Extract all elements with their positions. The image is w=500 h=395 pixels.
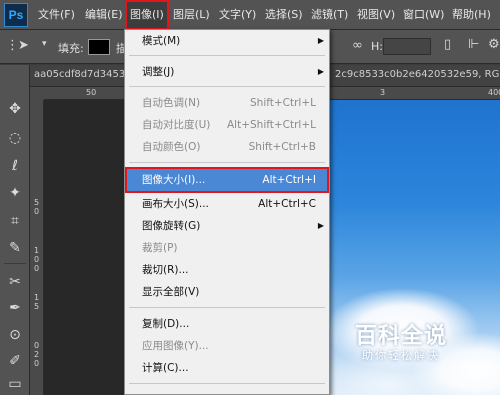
menu-item-trim[interactable]: 裁切(R)... — [126, 259, 328, 281]
vertical-ruler: 5 0 1 0 0 1 5 0 2 0 — [30, 100, 44, 395]
menu-separator — [129, 307, 325, 308]
height-field[interactable] — [383, 38, 431, 55]
height-label: H: — [371, 40, 383, 53]
submenu-arrow-icon: ▶ — [317, 221, 324, 230]
menu-item-shortcut: Shift+Ctrl+L — [250, 97, 316, 109]
watermark-title: 百科全说 — [354, 324, 447, 349]
menu-item-apply-image[interactable]: 应用图像(Y)... — [126, 335, 328, 357]
toolbox-divider — [4, 263, 26, 264]
menu-item-label: 自动对比度(U) — [142, 119, 211, 131]
menu-item-duplicate[interactable]: 复制(D)... — [126, 313, 328, 335]
ruler-tick: 2 — [34, 350, 40, 359]
arrange-icon[interactable]: ⊩ — [468, 37, 479, 52]
clone-stamp-tool-icon[interactable]: ⊙ — [4, 324, 26, 346]
menu-item-label: 调整(J) — [142, 66, 175, 78]
menu-item-auto-contrast[interactable]: 自动对比度(U) Alt+Shift+Ctrl+L — [126, 114, 328, 136]
document-tab-info: 2c9c8533c0b2e6420532e59, RGB/8#) — [335, 69, 500, 80]
fill-label: 填充: — [58, 42, 84, 55]
ruler-tick: 3 — [380, 88, 386, 97]
menu-item-image-rotation[interactable]: 图像旋转(G) ▶ — [126, 215, 328, 237]
watermark: 百科全说 助你轻松解决 — [338, 318, 464, 368]
link-icon[interactable]: ∞ — [352, 38, 363, 53]
menu-filter[interactable]: 滤镜(T) — [311, 0, 348, 30]
menu-item-label: 裁切(R)... — [142, 264, 189, 276]
menu-item-auto-color[interactable]: 自动颜色(O) Shift+Ctrl+B — [126, 136, 328, 158]
menu-type[interactable]: 文字(Y) — [219, 0, 256, 30]
ruler-tick: 50 — [86, 88, 97, 97]
eyedropper-tool-icon[interactable]: ✎ — [4, 237, 26, 259]
menu-item-label: 自动色调(N) — [142, 97, 201, 109]
history-brush-tool-icon[interactable]: ✐ — [4, 350, 26, 372]
menu-item-adjustments[interactable]: 调整(J) ▶ — [126, 61, 328, 83]
menu-layer[interactable]: 图层(L) — [173, 0, 210, 30]
photoshop-logo: Ps — [4, 3, 28, 27]
menu-item-crop[interactable]: 裁剪(P) — [126, 237, 328, 259]
menu-item-label: 计算(C)... — [142, 362, 189, 374]
image-menu-dropdown: 模式(M) ▶ 调整(J) ▶ 自动色调(N) Shift+Ctrl+L 自动对… — [124, 29, 330, 395]
menu-item-reveal-all[interactable]: 显示全部(V) — [126, 281, 328, 303]
toolbox: ✥ ◌ ℓ ✦ ⌗ ✎ ✂ ✒ ⊙ ✐ ▭ — [0, 65, 30, 395]
ruler-tick: 0 — [34, 341, 40, 350]
menu-bar: Ps 文件(F) 编辑(E) 图像(I) 图层(L) 文字(Y) 选择(S) 滤… — [0, 0, 500, 30]
menu-item-canvas-size[interactable]: 画布大小(S)... Alt+Ctrl+C — [126, 193, 328, 215]
menu-item-label: 模式(M) — [142, 35, 181, 47]
fill-color-swatch[interactable] — [88, 39, 110, 55]
menu-item-shortcut: Alt+Ctrl+C — [258, 198, 316, 210]
settings-icon[interactable]: ⚙ — [488, 37, 500, 52]
brush-tool-icon[interactable]: ✒ — [4, 297, 26, 319]
menu-separator — [129, 383, 325, 384]
ruler-tick: 5 — [34, 198, 40, 207]
ruler-tick: 0 — [34, 359, 40, 368]
menu-edit[interactable]: 编辑(E) — [85, 0, 123, 30]
menu-item-auto-tone[interactable]: 自动色调(N) Shift+Ctrl+L — [126, 92, 328, 114]
menu-help[interactable]: 帮助(H) — [452, 0, 491, 30]
menu-window[interactable]: 窗口(W) — [403, 0, 444, 30]
menu-item-label: 自动颜色(O) — [142, 141, 201, 153]
menu-separator — [129, 162, 325, 163]
menu-item-label: 显示全部(V) — [142, 286, 200, 298]
menu-item-shortcut: Shift+Ctrl+B — [248, 141, 316, 153]
ruler-tick: 0 — [34, 207, 40, 216]
menu-separator — [129, 86, 325, 87]
menu-view[interactable]: 视图(V) — [357, 0, 395, 30]
watermark-subtitle: 助你轻松解决 — [362, 349, 440, 362]
crop-tool-icon[interactable]: ⌗ — [4, 210, 26, 232]
menu-item-label: 复制(D)... — [142, 318, 190, 330]
menu-item-calculations[interactable]: 计算(C)... — [126, 357, 328, 379]
menu-item-label: 图像旋转(G) — [142, 220, 201, 232]
eraser-tool-icon[interactable]: ▭ — [4, 373, 26, 395]
menu-item-shortcut: Alt+Shift+Ctrl+L — [226, 119, 316, 131]
ruler-tick: 0 — [34, 255, 40, 264]
healing-brush-tool-icon[interactable]: ✂ — [4, 271, 26, 293]
menu-select[interactable]: 选择(S) — [265, 0, 303, 30]
move-arrow-icon[interactable]: ➤ — [18, 38, 29, 53]
menu-item-shortcut: Alt+Ctrl+I — [262, 174, 316, 186]
document-tab[interactable]: aa05cdf8d7d3453 — [34, 69, 125, 80]
ruler-tick: 0 — [34, 264, 40, 273]
menu-separator — [129, 55, 325, 56]
photoshop-window: Ps 文件(F) 编辑(E) 图像(I) 图层(L) 文字(Y) 选择(S) 滤… — [0, 0, 500, 395]
menu-item-label: 图像大小(I)... — [142, 174, 206, 186]
chevron-down-icon[interactable]: ▾ — [42, 39, 47, 49]
submenu-arrow-icon: ▶ — [317, 67, 324, 76]
menu-file[interactable]: 文件(F) — [38, 0, 75, 30]
ruler-tick: 5 — [34, 302, 40, 311]
ruler-tick: 1 — [34, 293, 40, 302]
menu-item-mode[interactable]: 模式(M) ▶ — [126, 30, 328, 52]
align-icon[interactable]: ▯ — [444, 37, 451, 52]
menu-item-label: 画布大小(S)... — [142, 198, 209, 210]
menu-item-label: 裁剪(P) — [142, 242, 178, 254]
submenu-arrow-icon: ▶ — [317, 36, 324, 45]
menu-image[interactable]: 图像(I) — [125, 0, 169, 30]
magic-wand-tool-icon[interactable]: ✦ — [4, 182, 26, 204]
ruler-tick: 400 — [488, 88, 500, 97]
menu-item-label: 应用图像(Y)... — [142, 340, 209, 352]
ruler-tick: 1 — [34, 246, 40, 255]
menu-item-image-size[interactable]: 图像大小(I)... Alt+Ctrl+I — [125, 167, 329, 193]
ruler-corner — [30, 87, 44, 100]
lasso-tool-icon[interactable]: ℓ — [4, 155, 26, 177]
move-tool-icon[interactable]: ✥ — [4, 98, 26, 120]
marquee-tool-icon[interactable]: ◌ — [4, 127, 26, 149]
